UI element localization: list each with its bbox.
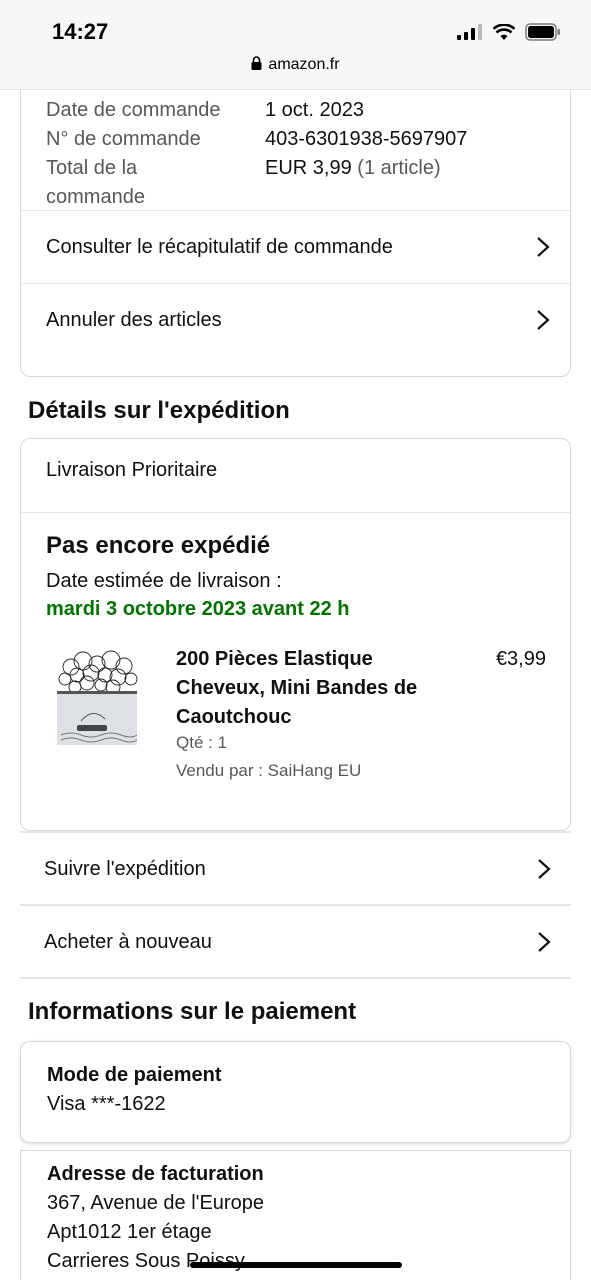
page-content: Date de commande 1 oct. 2023 N° de comma…: [0, 90, 591, 1280]
order-total-amount: EUR 3,99: [265, 157, 352, 179]
buy-again-label: Acheter à nouveau: [44, 930, 212, 953]
cancel-items-label: Annuler des articles: [46, 308, 222, 331]
wifi-icon: [493, 24, 515, 40]
product-quantity: Qté : 1: [176, 733, 228, 752]
buy-again-link[interactable]: Acheter à nouveau: [20, 906, 571, 978]
order-summary-card: Date de commande 1 oct. 2023 N° de comma…: [20, 90, 571, 377]
payment-method-label: Mode de paiement: [47, 1064, 222, 1086]
product-title-link[interactable]: 200 Pièces Elastique Cheveux, Mini Bande…: [176, 645, 426, 732]
order-date-value: 1 oct. 2023: [265, 99, 364, 121]
track-shipment-label: Suivre l'expédition: [44, 857, 206, 880]
payment-section-title: Informations sur le paiement: [28, 998, 357, 1025]
delivery-estimate-label: Date estimée de livraison :: [46, 570, 282, 592]
chevron-right-icon: [538, 859, 551, 879]
cancel-items-link[interactable]: Annuler des articles: [21, 284, 570, 356]
lock-icon: [251, 56, 262, 70]
shipping-section-title: Détails sur l'expédition: [28, 397, 290, 424]
status-time: 14:27: [52, 19, 109, 44]
shipment-card: Livraison Prioritaire Pas encore expédié…: [20, 438, 571, 831]
billing-address-label: Adresse de facturation: [47, 1163, 264, 1185]
url-text: amazon.fr: [268, 56, 340, 73]
signal-icon: [457, 24, 482, 40]
order-total-label: Total de la commande: [46, 157, 145, 208]
payment-method-card: Mode de paiement Visa ***-1622: [20, 1041, 571, 1143]
product-price: €3,99: [495, 648, 546, 670]
delivery-estimate-date: mardi 3 octobre 2023 avant 22 h: [46, 598, 350, 620]
status-bar: 14:27 amazon.fr: [0, 0, 591, 90]
address-bar[interactable]: amazon.fr: [0, 56, 591, 74]
order-item-count: (1 article): [357, 157, 441, 179]
order-number-label: N° de commande: [46, 128, 201, 150]
home-indicator[interactable]: [190, 1262, 402, 1268]
shipping-method: Livraison Prioritaire: [46, 459, 218, 481]
order-date-label: Date de commande: [46, 99, 221, 121]
billing-address-card: Adresse de facturation 367, Avenue de l'…: [20, 1150, 571, 1280]
shipment-status: Pas encore expédié: [46, 532, 271, 559]
chevron-right-icon: [537, 310, 550, 330]
track-shipment-link[interactable]: Suivre l'expédition: [20, 833, 571, 905]
product-seller: Vendu par : SaiHang EU: [176, 761, 362, 780]
chevron-right-icon: [537, 237, 550, 257]
order-number-value: 403-6301938-5697907: [265, 128, 468, 150]
order-recap-link[interactable]: Consulter le récapitulatif de commande: [21, 211, 570, 283]
payment-method-value: Visa ***-1622: [47, 1093, 166, 1115]
battery-icon: [525, 23, 560, 41]
billing-address-line: Apt1012 1er étage: [47, 1221, 212, 1243]
product-image[interactable]: [51, 649, 143, 751]
system-icons: [457, 22, 561, 42]
divider: [21, 512, 570, 513]
chevron-right-icon: [538, 932, 551, 952]
billing-address-line: 367, Avenue de l'Europe: [47, 1192, 264, 1214]
divider: [20, 977, 571, 979]
order-total-value: EUR 3,99 (1 article): [265, 154, 441, 183]
order-recap-label: Consulter le récapitulatif de commande: [46, 235, 393, 258]
